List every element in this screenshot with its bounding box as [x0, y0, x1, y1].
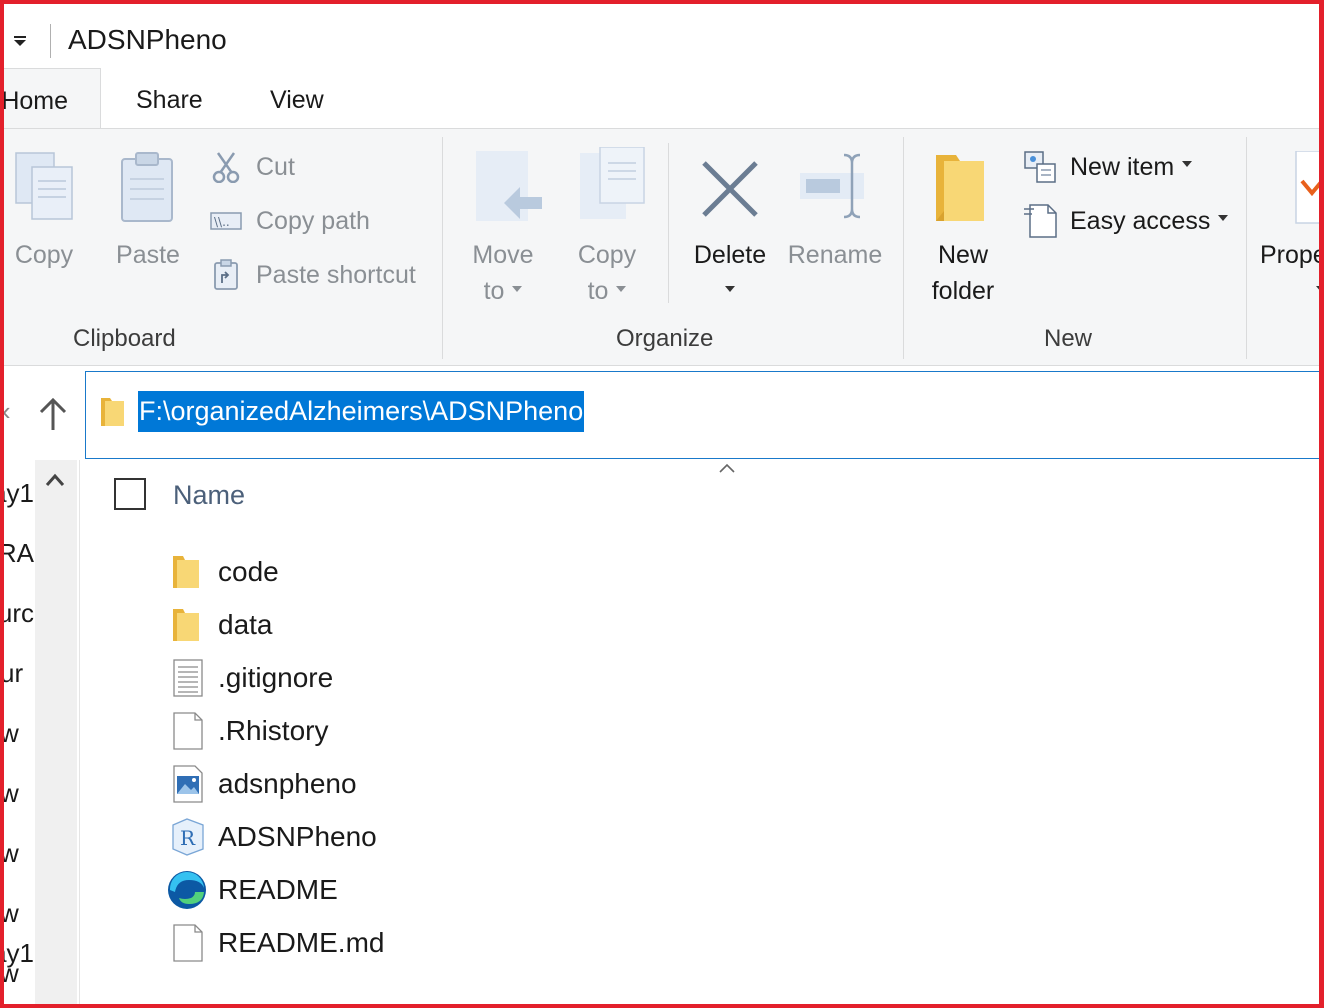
- nav-item[interactable]: ur: [0, 658, 34, 689]
- copy-to-icon: [580, 147, 645, 219]
- file-name: .gitignore: [218, 662, 334, 693]
- cut-button[interactable]: Cut: [210, 145, 295, 189]
- tab-view[interactable]: View: [270, 68, 324, 128]
- list-item[interactable]: data: [165, 601, 765, 649]
- easy-access-label: Easy access: [1070, 206, 1211, 235]
- properties-label: Prope: [1260, 237, 1324, 309]
- new-folder-icon: [936, 155, 984, 221]
- window-title: ADSNPheno: [68, 24, 227, 55]
- nav-item[interactable]: RA: [0, 538, 34, 569]
- new-item-icon: [1024, 151, 1056, 183]
- chevron-down-icon: [1316, 286, 1324, 293]
- up-arrow-icon[interactable]: [36, 394, 70, 434]
- file-name: README.md: [218, 927, 385, 958]
- nav-item[interactable]: w: [0, 718, 34, 749]
- new-item-button[interactable]: New item: [1024, 145, 1193, 189]
- file-name: adsnpheno: [218, 768, 357, 799]
- clipboard-group-label: Clipboard: [73, 325, 176, 352]
- copy-path-button[interactable]: \\.. Copy path: [210, 199, 370, 243]
- blank-file-icon: [173, 924, 203, 962]
- back-chevron-icon[interactable]: ‹: [2, 396, 11, 427]
- nav-scrollbar[interactable]: [35, 460, 77, 1008]
- chevron-down-icon: [1182, 161, 1193, 167]
- delete-x-icon: [702, 161, 758, 217]
- file-name: ADSNPheno: [218, 821, 377, 852]
- tab-share[interactable]: Share: [136, 68, 203, 128]
- file-name: .Rhistory: [218, 715, 329, 746]
- file-name: data: [218, 609, 273, 640]
- address-path-input[interactable]: F:\organizedAlzheimers\ADSNPheno: [138, 391, 585, 432]
- list-item[interactable]: README: [165, 866, 765, 914]
- column-header: [81, 460, 1324, 530]
- list-item[interactable]: code: [165, 548, 765, 596]
- organize-group-label: Organize: [616, 325, 714, 352]
- paste-shortcut-label: Paste shortcut: [256, 260, 416, 289]
- chevron-down-icon: [1218, 215, 1229, 221]
- list-item[interactable]: R ADSNPheno: [165, 813, 765, 861]
- properties-icon: [1295, 151, 1324, 224]
- folder-icon: [101, 398, 124, 426]
- move-to-icon: [476, 151, 542, 221]
- scroll-up-icon[interactable]: [44, 470, 66, 490]
- list-item[interactable]: adsnpheno: [165, 760, 765, 808]
- rename-icon: [800, 153, 864, 219]
- new-item-label: New item: [1070, 152, 1175, 181]
- name-column-header[interactable]: Name: [173, 480, 245, 511]
- nav-item[interactable]: w: [0, 838, 34, 869]
- copy-to-label: Copy to: [577, 241, 637, 305]
- sort-ascending-icon: [719, 463, 735, 473]
- group-separator: [903, 137, 904, 359]
- title-separator: [50, 24, 51, 58]
- copy-path-label: Copy path: [256, 206, 370, 235]
- folder-icon: [173, 556, 199, 588]
- nav-item[interactable]: urc: [0, 598, 34, 629]
- image-file-icon: [173, 765, 203, 803]
- ribbon: Copy Paste Cut \\.. Copy path Paste shor…: [0, 128, 1324, 366]
- nav-item[interactable]: w: [0, 898, 34, 929]
- edge-icon: [168, 871, 206, 909]
- cut-label: Cut: [256, 152, 295, 181]
- text-file-icon: [173, 659, 203, 697]
- r-project-icon: R: [172, 818, 204, 856]
- paste-shortcut-button[interactable]: Paste shortcut: [210, 253, 416, 297]
- chevron-down-icon: [725, 286, 735, 293]
- new-folder-label: New folder: [931, 241, 995, 305]
- copy-icon: [15, 152, 73, 220]
- delete-label: Delete: [686, 237, 774, 309]
- list-item[interactable]: .Rhistory: [165, 707, 765, 755]
- file-name: README: [218, 874, 338, 905]
- chevron-down-icon: [616, 286, 627, 293]
- rename-label: Rename: [787, 241, 883, 269]
- move-to-label: Move to: [472, 241, 534, 305]
- paste-label: Paste: [116, 241, 180, 269]
- select-all-checkbox[interactable]: [114, 478, 146, 510]
- scissors-icon: [212, 152, 240, 183]
- group-separator: [442, 137, 443, 359]
- nav-item[interactable]: ay1: [0, 478, 34, 509]
- tab-home[interactable]: Home: [0, 68, 101, 129]
- file-name: code: [218, 556, 279, 587]
- nav-item[interactable]: w: [0, 958, 34, 989]
- paste-icon: [121, 152, 173, 222]
- group-separator: [1246, 137, 1247, 359]
- quick-access-dropdown-icon[interactable]: [12, 33, 28, 49]
- subgroup-separator: [668, 143, 669, 303]
- list-item[interactable]: .gitignore: [165, 654, 765, 702]
- svg-text:\\..: \\..: [214, 215, 230, 229]
- copy-label: Copy: [14, 241, 74, 269]
- chevron-down-icon: [512, 286, 523, 293]
- blank-file-icon: [173, 712, 203, 750]
- title-bar: ADSNPheno: [0, 0, 1324, 68]
- paste-shortcut-icon: [214, 259, 238, 290]
- svg-text:R: R: [180, 826, 196, 850]
- easy-access-icon: [1024, 204, 1057, 238]
- copy-path-icon: \\..: [210, 212, 242, 230]
- folder-icon: [173, 609, 199, 641]
- new-group-label: New: [1044, 325, 1093, 352]
- ribbon-tabs: Home Share View: [0, 68, 1324, 129]
- nav-item[interactable]: w: [0, 778, 34, 809]
- easy-access-button[interactable]: Easy access: [1024, 199, 1229, 243]
- list-item[interactable]: README.md: [165, 919, 765, 967]
